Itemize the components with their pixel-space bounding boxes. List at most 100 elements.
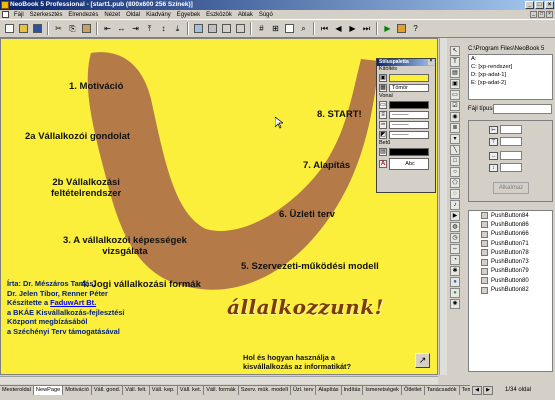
rectangle-tool-icon[interactable]: □: [450, 156, 460, 166]
fill-color-swatch[interactable]: [389, 74, 429, 82]
doc-minimize-button[interactable]: _: [530, 11, 537, 18]
tab-page[interactable]: Tanácsadók: [424, 386, 460, 395]
doc-restore-button[interactable]: □: [538, 11, 545, 18]
menu-item-business-plan[interactable]: 6. Üzleti terv: [279, 209, 335, 220]
menu-item-start[interactable]: 8. START!: [317, 109, 362, 120]
globe-tool-icon[interactable]: ●: [450, 277, 460, 287]
font-icon[interactable]: A: [379, 160, 387, 168]
doc-close-button[interactable]: ×: [546, 11, 553, 18]
menu-item-business-idea[interactable]: 2a Vállalkozói gondolat: [25, 131, 130, 142]
tab-page[interactable]: Indítás: [341, 386, 364, 395]
text-color-icon[interactable]: ▤: [379, 148, 387, 156]
gauge-tool-icon[interactable]: ◔: [450, 255, 460, 265]
send-back-icon[interactable]: [206, 22, 219, 35]
line-width-select[interactable]: ———: [389, 111, 429, 119]
apply-button[interactable]: Alkalmaz: [493, 182, 529, 194]
list-item[interactable]: PushButton80: [469, 276, 552, 285]
list-item[interactable]: PushButton73: [469, 257, 552, 266]
list-item[interactable]: PushButton79: [469, 267, 552, 276]
tab-page[interactable]: Váll. kep.: [149, 386, 178, 395]
menu-item-motivation[interactable]: 1. Motiváció: [69, 81, 123, 92]
menu-edit[interactable]: Szerkesztés: [27, 12, 66, 18]
compile-icon[interactable]: [395, 22, 408, 35]
align-bottom-icon[interactable]: ⤓: [171, 22, 184, 35]
line-width-icon[interactable]: ≡: [379, 111, 387, 119]
button-tool-icon[interactable]: ▭: [450, 90, 460, 100]
fill-pattern-icon[interactable]: ▦: [379, 84, 387, 92]
text-tool-icon[interactable]: T: [450, 57, 460, 67]
page-props-icon[interactable]: [283, 22, 296, 35]
faduwart-link[interactable]: FaduwArt Bt.: [50, 298, 96, 307]
align-center-icon[interactable]: ↔: [115, 22, 128, 35]
menu-view[interactable]: Nézet: [101, 12, 123, 18]
combo-tool-icon[interactable]: ▾: [450, 134, 460, 144]
tab-scroll-right-icon[interactable]: ▶: [483, 386, 493, 395]
line-color-swatch[interactable]: [389, 101, 429, 109]
maximize-button[interactable]: □: [535, 1, 544, 9]
drive-list[interactable]: A: C: [xp-rendszer] D: [xp-adat-1] E: [x…: [468, 54, 553, 100]
menu-arrange[interactable]: Elrendezés: [65, 12, 101, 18]
new-file-icon[interactable]: [3, 22, 16, 35]
drive-item[interactable]: C: [xp-rendszer]: [471, 63, 552, 71]
copy-icon[interactable]: ⎘: [66, 22, 79, 35]
tab-page[interactable]: Alapítás: [316, 386, 342, 395]
list-item[interactable]: PushButton82: [469, 285, 552, 294]
menu-item-abilities[interactable]: 3. A vállalkozói képességek vizsgálata: [63, 235, 187, 257]
tab-page[interactable]: Szerv. mük. modell: [238, 386, 291, 395]
open-folder-icon[interactable]: [17, 22, 30, 35]
picture-tool-icon[interactable]: ▣: [450, 79, 460, 89]
align-top-icon[interactable]: ⤒: [143, 22, 156, 35]
fill-pattern-select[interactable]: Tömör: [389, 84, 429, 92]
select-tool-icon[interactable]: ↖: [450, 46, 460, 56]
snap-icon[interactable]: ⊞: [269, 22, 282, 35]
grid-icon[interactable]: #: [255, 22, 268, 35]
list-item[interactable]: PushButton71: [469, 239, 552, 248]
menu-item-founding[interactable]: 7. Alapítás: [303, 160, 350, 171]
app-icon[interactable]: [1, 1, 9, 9]
tab-page[interactable]: Tematika: [459, 386, 470, 395]
zoom-icon[interactable]: ⌕: [297, 22, 310, 35]
line-style-icon[interactable]: ┅: [379, 121, 387, 129]
drive-item[interactable]: A:: [471, 55, 552, 63]
page-canvas[interactable]: 1. Motiváció 2a Vállalkozói gondolat 2b …: [0, 38, 438, 375]
tab-page[interactable]: Ötletlet: [401, 386, 425, 395]
drive-item[interactable]: D: [xp-adat-1]: [471, 71, 552, 79]
pos-x-field[interactable]: [500, 125, 522, 134]
menu-publication[interactable]: Kiadvány: [143, 12, 174, 18]
title-bar[interactable]: NeoBook 5 Professional - [start1.pub (80…: [0, 0, 555, 10]
menu-item-org-model[interactable]: 5. Szervezeti-működési modell: [241, 261, 379, 272]
palette-title-bar[interactable]: Stíluspaletta ×: [377, 59, 435, 66]
list-item[interactable]: PushButton84: [469, 211, 552, 220]
tab-page[interactable]: Váll. felt.: [123, 386, 150, 395]
align-middle-icon[interactable]: ↕: [157, 22, 170, 35]
list-item[interactable]: PushButton86: [469, 220, 552, 229]
checkbox-tool-icon[interactable]: ☑: [450, 101, 460, 111]
line-style-select[interactable]: ———: [389, 121, 429, 129]
browser-tool-icon[interactable]: ◍: [450, 222, 460, 232]
list-tool-icon[interactable]: ≣: [450, 123, 460, 133]
shadow-select[interactable]: ———: [389, 131, 429, 139]
pos-y-field[interactable]: [500, 137, 522, 146]
last-page-icon[interactable]: ⏭: [360, 22, 373, 35]
ellipse-tool-icon[interactable]: ○: [450, 167, 460, 177]
vertical-scrollbar[interactable]: [439, 38, 447, 375]
minimize-button[interactable]: _: [525, 1, 534, 9]
document-icon[interactable]: [2, 11, 9, 18]
save-icon[interactable]: [31, 22, 44, 35]
menu-help[interactable]: Súgó: [256, 12, 276, 18]
group-icon[interactable]: [220, 22, 233, 35]
align-left-icon[interactable]: ⇤: [101, 22, 114, 35]
shadow-icon[interactable]: ◩: [379, 131, 387, 139]
text-color-swatch[interactable]: [389, 148, 429, 156]
menu-misc[interactable]: Egyebek: [174, 12, 203, 18]
hotspot-tool-icon[interactable]: ◌: [450, 189, 460, 199]
menu-file[interactable]: Fájl: [11, 12, 27, 18]
menu-item-conditions[interactable]: 2b Vállalkozási feltételrendszer: [51, 177, 121, 199]
media-tool-icon[interactable]: ♪: [450, 200, 460, 210]
help-icon[interactable]: ?: [409, 22, 422, 35]
radio-tool-icon[interactable]: ◉: [450, 112, 460, 122]
tab-new-page[interactable]: NewPage: [33, 386, 64, 395]
menu-page[interactable]: Oldal: [123, 12, 143, 18]
tab-page[interactable]: Váll. gond.: [91, 386, 124, 395]
list-item[interactable]: PushButton78: [469, 248, 552, 257]
